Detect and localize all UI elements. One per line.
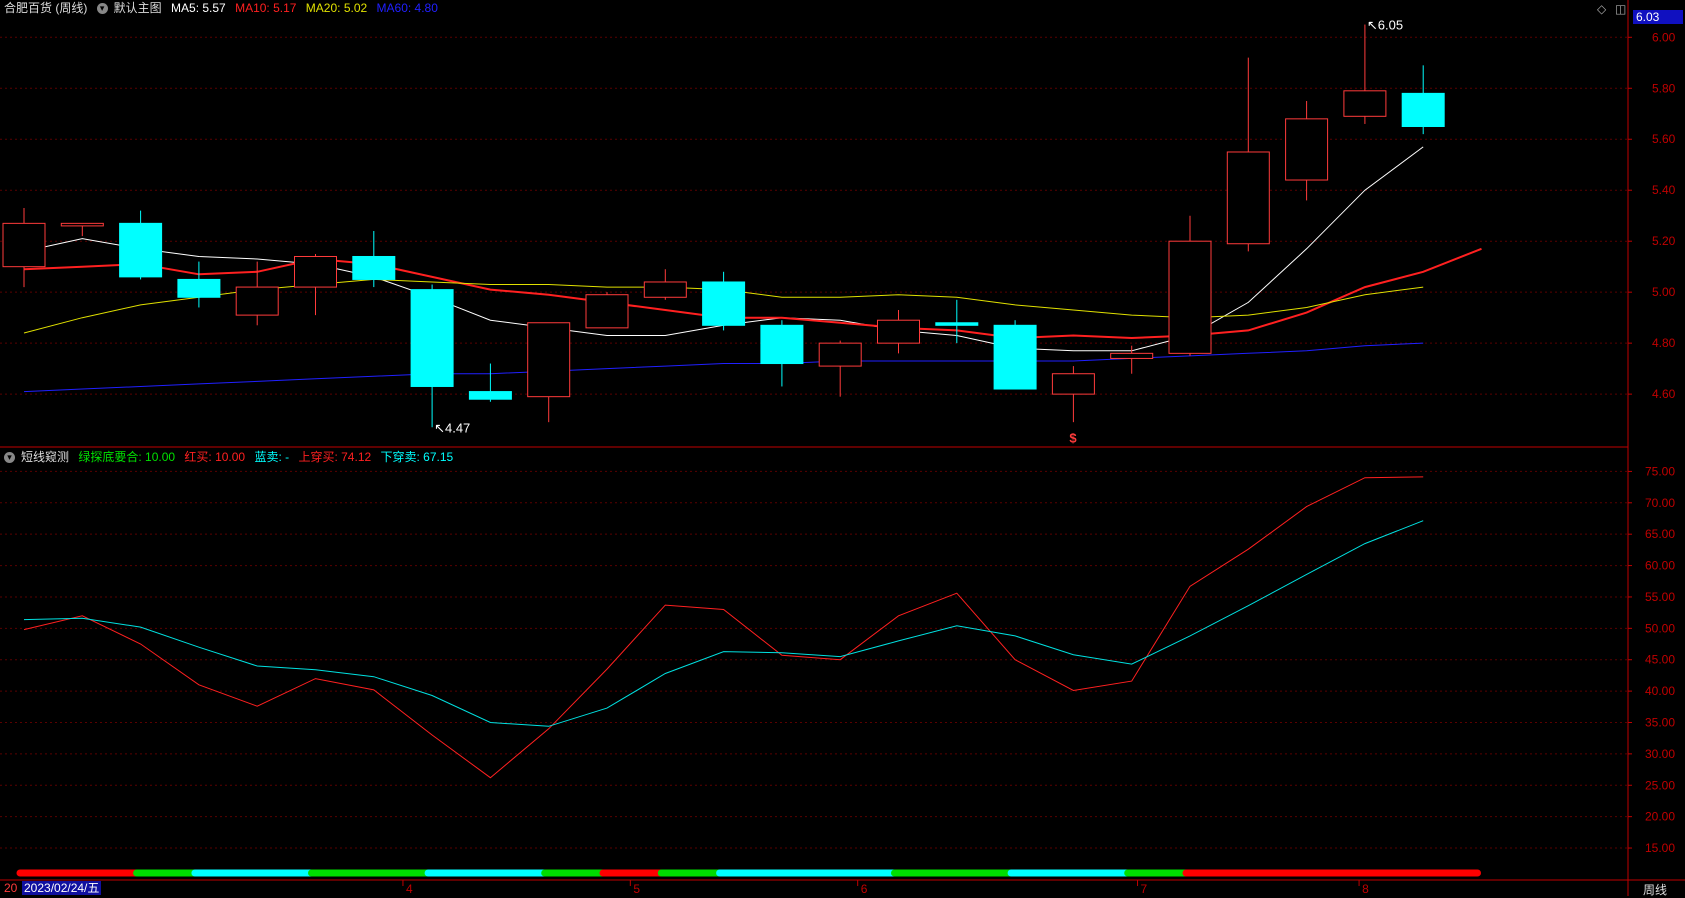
stock-chart[interactable]: 6.00 5.80 5.60 5.40 5.20 5.00 4.80 4.60 75.00 70.…: [0, 0, 1685, 896]
candle-body[interactable]: [1051, 373, 1095, 395]
date-stub: 20: [4, 881, 18, 895]
candle-body[interactable]: [527, 322, 571, 398]
candle-body[interactable]: [643, 281, 687, 298]
indicator-tick-label: 20.00: [1645, 810, 1675, 824]
current-price-tag: 6.03: [1633, 10, 1683, 24]
candle-body[interactable]: [1226, 151, 1270, 245]
indicator-tick-label: 75.00: [1645, 464, 1675, 478]
indicator-tick-label: 15.00: [1645, 841, 1675, 855]
signal-marker: $: [1069, 430, 1077, 445]
candle-body[interactable]: [119, 222, 163, 278]
price-tick-label: 5.40: [1652, 183, 1676, 197]
price-tick-label: 5.20: [1652, 234, 1676, 248]
period-label[interactable]: 周线: [1643, 881, 1667, 898]
indicator-tick-label: 35.00: [1645, 715, 1675, 729]
indicator-title[interactable]: 短线窥测: [21, 450, 69, 464]
price-tick-label: 4.80: [1652, 336, 1676, 350]
indicator-tick-label: 65.00: [1645, 527, 1675, 541]
candle-body[interactable]: [818, 342, 862, 367]
indicator-tick-label: 60.00: [1645, 559, 1675, 573]
candle-body[interactable]: [1168, 240, 1212, 354]
ma60-label: MA60: 4.80: [376, 1, 438, 15]
candle-body[interactable]: [935, 322, 979, 326]
candle-body[interactable]: [1285, 118, 1329, 181]
time-tick-label: 8: [1362, 882, 1369, 896]
cursor-date: 2023/02/24/五: [22, 881, 102, 895]
indicator-line-cross-up: [23, 476, 1424, 779]
candle-body[interactable]: [1343, 90, 1387, 117]
indicator-tick-label: 30.00: [1645, 747, 1675, 761]
candle-body[interactable]: [2, 222, 46, 268]
extreme-price-label: ↖4.47: [434, 420, 470, 435]
chevron-down-icon[interactable]: ▾: [4, 452, 15, 464]
diamond-icon[interactable]: ◇: [1597, 2, 1606, 16]
indicator-tick-label: 50.00: [1645, 621, 1675, 635]
extreme-price-label: ↖6.05: [1367, 18, 1403, 33]
indicator-tick-label: 70.00: [1645, 496, 1675, 510]
sub-chart-header: ▾ 短线窥测 绿探底要合: 10.00 红买: 10.00 蓝卖: - 上穿买: …: [4, 450, 459, 464]
cross-up-buy-label: 上穿买: 74.12: [298, 450, 372, 464]
ma-line-ma60: [23, 342, 1424, 393]
price-tick-label: 4.60: [1652, 387, 1676, 401]
green-signal-label: 绿探底要合: 10.00: [78, 450, 176, 464]
candle-body[interactable]: [177, 278, 221, 298]
chevron-down-icon[interactable]: ▾: [96, 3, 108, 15]
candle-body[interactable]: [1110, 352, 1154, 359]
price-tick-label: 5.60: [1652, 132, 1676, 146]
price-tick-label: 5.00: [1652, 285, 1676, 299]
price-tick-label: 6.00: [1652, 30, 1676, 44]
time-tick-label: 6: [861, 882, 868, 896]
blue-sell-label: 蓝卖: -: [254, 450, 290, 464]
indicator-tick-label: 25.00: [1645, 778, 1675, 792]
candle-body[interactable]: [760, 324, 804, 365]
candle-body[interactable]: [352, 255, 396, 280]
ma20-label: MA20: 5.02: [305, 1, 368, 15]
time-tick-label: 5: [633, 882, 640, 896]
indicator-tick-label: 40.00: [1645, 684, 1675, 698]
time-tick-label: 4: [406, 882, 413, 896]
indicator-tick-label: 45.00: [1645, 653, 1675, 667]
red-buy-label: 红买: 10.00: [184, 450, 246, 464]
price-tick-label: 5.80: [1652, 81, 1676, 95]
candle-body[interactable]: [60, 222, 104, 227]
ma5-label: MA5: 5.57: [171, 1, 226, 15]
indicator-line-cross-down: [23, 520, 1424, 727]
ma10-label: MA10: 5.17: [235, 1, 297, 15]
candle-body[interactable]: [1401, 92, 1445, 127]
candle-body[interactable]: [235, 286, 279, 316]
candle-body[interactable]: [468, 391, 512, 400]
main-chart-header: 合肥百货 (周线) ▾ 默认主图 MA5: 5.57 MA10: 5.17 MA2…: [4, 1, 444, 15]
candle-body[interactable]: [410, 289, 454, 387]
stock-title[interactable]: 合肥百货 (周线): [4, 1, 87, 15]
time-tick-label: 7: [1141, 882, 1148, 896]
template-name[interactable]: 默认主图: [114, 1, 162, 15]
window-toggle-icon[interactable]: ◫: [1615, 2, 1626, 16]
candle-body[interactable]: [585, 294, 629, 329]
candle-body[interactable]: [294, 255, 337, 288]
candle-body[interactable]: [877, 319, 920, 344]
indicator-tick-label: 55.00: [1645, 590, 1675, 604]
candle-body[interactable]: [702, 281, 746, 326]
candle-body[interactable]: [993, 324, 1037, 390]
cross-down-sell-label: 下穿卖: 67.15: [380, 450, 454, 464]
